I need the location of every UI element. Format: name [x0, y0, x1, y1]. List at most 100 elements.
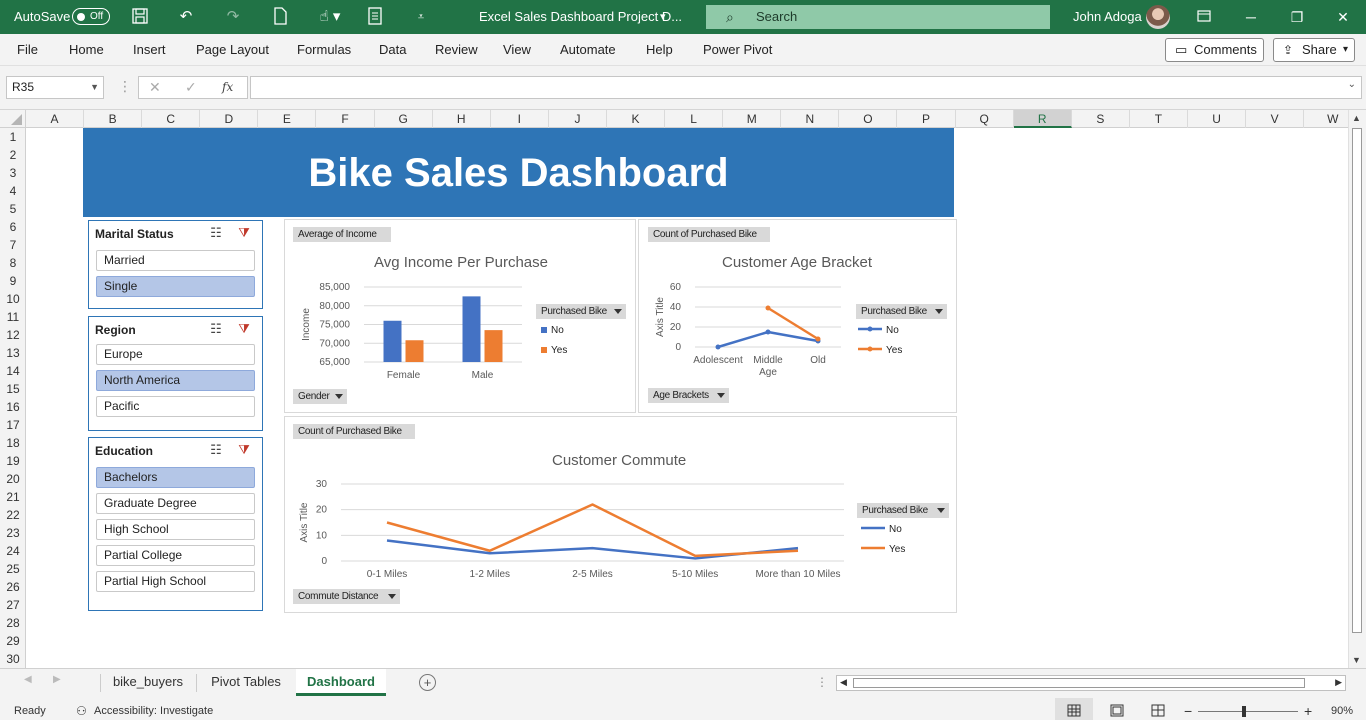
row-header-1[interactable]: 1 [0, 128, 26, 146]
zoom-out-icon[interactable]: − [1184, 696, 1192, 720]
zoom-slider-thumb[interactable] [1242, 706, 1246, 717]
row-header-18[interactable]: 18 [0, 434, 26, 452]
column-header-b[interactable]: B [84, 110, 143, 128]
column-header-u[interactable]: U [1188, 110, 1247, 128]
column-header-j[interactable]: J [549, 110, 607, 128]
column-header-i[interactable]: I [491, 110, 549, 128]
multi-select-icon[interactable]: ☷ [207, 225, 225, 241]
column-header-v[interactable]: V [1246, 110, 1305, 128]
row-header-23[interactable]: 23 [0, 524, 26, 542]
name-box[interactable]: R35 ▼ [6, 76, 104, 99]
menu-home[interactable]: Home [69, 34, 104, 66]
slicer-item-partial-high-school[interactable]: Partial High School [96, 571, 255, 592]
accessibility-status[interactable]: Accessibility: Investigate [94, 696, 213, 720]
save-icon[interactable] [129, 7, 151, 27]
file-name[interactable]: Excel Sales Dashboard Project D... [479, 0, 682, 34]
touch-mode-icon[interactable]: ☝ ▾ [314, 7, 346, 27]
scroll-thumb[interactable] [853, 678, 1305, 688]
tab-pivot-tables[interactable]: Pivot Tables [197, 669, 295, 696]
column-header-k[interactable]: K [607, 110, 666, 128]
formula-input[interactable]: ⌄ [250, 76, 1362, 99]
tab-bike-buyers[interactable]: bike_buyers [101, 669, 195, 696]
slicer-item-partial-college[interactable]: Partial College [96, 545, 255, 566]
scroll-up-icon[interactable]: ▲ [1352, 113, 1361, 123]
row-header-12[interactable]: 12 [0, 326, 26, 344]
column-header-l[interactable]: L [665, 110, 724, 128]
more-options-icon[interactable]: ⋮ [816, 675, 828, 689]
menu-help[interactable]: Help [646, 34, 673, 66]
chart-age-bracket[interactable]: Count of Purchased Bike Customer Age Bra… [638, 219, 957, 413]
insert-function-icon[interactable]: fx [222, 80, 233, 94]
column-header-h[interactable]: H [433, 110, 491, 128]
row-header-21[interactable]: 21 [0, 488, 26, 506]
new-file-icon[interactable] [269, 7, 291, 27]
undo-icon[interactable]: ↶ [175, 7, 197, 27]
chevron-down-icon[interactable]: ▼ [90, 77, 99, 98]
row-header-29[interactable]: 29 [0, 632, 26, 650]
column-header-n[interactable]: N [781, 110, 840, 128]
scroll-thumb[interactable] [1352, 128, 1362, 633]
row-header-28[interactable]: 28 [0, 614, 26, 632]
vertical-scrollbar[interactable]: ▲ ▼ [1348, 110, 1366, 668]
column-header-r[interactable]: R [1013, 110, 1072, 128]
chart-commute[interactable]: Count of Purchased Bike Customer Commute… [284, 416, 957, 613]
next-sheet-icon[interactable]: ▶ [53, 674, 61, 685]
zoom-in-icon[interactable]: + [1304, 696, 1312, 720]
ribbon-display-icon[interactable] [1181, 0, 1227, 34]
clear-filter-icon[interactable]: ⧩ [235, 321, 253, 337]
row-header-10[interactable]: 10 [0, 290, 26, 308]
menu-review[interactable]: Review [435, 34, 478, 66]
row-header-8[interactable]: 8 [0, 254, 26, 272]
legend-field-button[interactable]: Purchased Bike [857, 503, 949, 518]
user-name[interactable]: John Adoga [1073, 0, 1142, 34]
column-header-s[interactable]: S [1072, 110, 1130, 128]
clear-filter-icon[interactable]: ⧩ [235, 225, 253, 241]
slicer-marital-status[interactable]: Marital Status ☷ ⧩ Married Single [88, 220, 263, 309]
slicer-item-europe[interactable]: Europe [96, 344, 255, 365]
column-header-a[interactable]: A [26, 110, 85, 128]
select-all-corner[interactable] [0, 110, 26, 128]
chart-avg-income[interactable]: Average of Income Avg Income Per Purchas… [284, 219, 636, 413]
share-button[interactable]: ⇪ Share ▾ [1273, 38, 1355, 62]
column-header-t[interactable]: T [1130, 110, 1188, 128]
axis-field-button[interactable]: Commute Distance [293, 589, 400, 604]
scroll-right-icon[interactable]: ▶ [1335, 677, 1342, 688]
close-icon[interactable]: ✕ [1320, 0, 1366, 34]
slicer-item-north-america[interactable]: North America [96, 370, 255, 391]
row-header-2[interactable]: 2 [0, 146, 26, 164]
slicer-item-graduate-degree[interactable]: Graduate Degree [96, 493, 255, 514]
row-header-25[interactable]: 25 [0, 560, 26, 578]
customize-qat-icon[interactable]: ⩡ [410, 7, 432, 27]
legend-field-button[interactable]: Purchased Bike [536, 304, 626, 319]
column-header-q[interactable]: Q [956, 110, 1014, 128]
column-header-m[interactable]: M [723, 110, 782, 128]
zoom-slider[interactable] [1198, 711, 1298, 712]
enter-icon[interactable]: ✓ [185, 79, 197, 96]
column-header-c[interactable]: C [142, 110, 201, 128]
row-header-5[interactable]: 5 [0, 200, 26, 218]
multi-select-icon[interactable]: ☷ [207, 321, 225, 337]
row-header-17[interactable]: 17 [0, 416, 26, 434]
add-sheet-icon[interactable]: + [419, 674, 436, 691]
clear-filter-icon[interactable]: ⧩ [235, 442, 253, 458]
slicer-item-single[interactable]: Single [96, 276, 255, 297]
axis-field-button[interactable]: Gender [293, 389, 347, 404]
column-header-o[interactable]: O [839, 110, 898, 128]
page-layout-view-button[interactable] [1100, 698, 1134, 720]
dashboard-title[interactable]: Bike Sales Dashboard [83, 128, 954, 217]
column-header-e[interactable]: E [258, 110, 317, 128]
column-header-p[interactable]: P [898, 110, 956, 128]
more-options-icon[interactable]: ⋮ [118, 78, 132, 95]
row-header-4[interactable]: 4 [0, 182, 26, 200]
scroll-down-icon[interactable]: ▼ [1352, 655, 1361, 665]
menu-data[interactable]: Data [379, 34, 406, 66]
multi-select-icon[interactable]: ☷ [207, 442, 225, 458]
slicer-item-high-school[interactable]: High School [96, 519, 255, 540]
row-header-6[interactable]: 6 [0, 218, 26, 236]
menu-formulas[interactable]: Formulas [297, 34, 351, 66]
column-header-d[interactable]: D [200, 110, 259, 128]
chevron-down-icon[interactable]: ▾ [660, 0, 666, 34]
row-header-15[interactable]: 15 [0, 380, 26, 398]
row-header-22[interactable]: 22 [0, 506, 26, 524]
column-header-f[interactable]: F [317, 110, 375, 128]
